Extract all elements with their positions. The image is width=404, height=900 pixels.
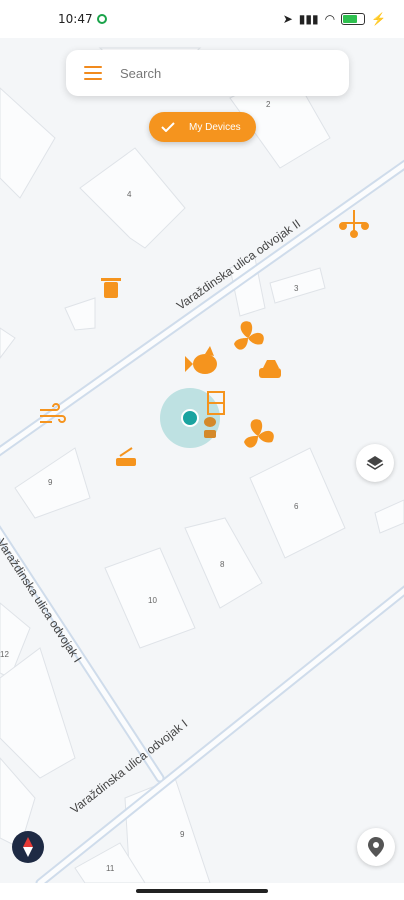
house-number: 6: [294, 502, 299, 511]
map-canvas[interactable]: [0, 38, 404, 883]
location-pin-button[interactable]: [357, 828, 395, 866]
building: [0, 87, 56, 199]
location-pin-icon: [368, 837, 384, 857]
map-view[interactable]: Varaždinska ulica odvojak II Varaždinska…: [0, 38, 404, 883]
building: [124, 777, 211, 883]
status-time: 10:47: [58, 12, 93, 26]
layers-button[interactable]: [356, 444, 394, 482]
house-number: 11: [106, 864, 115, 873]
search-input[interactable]: Search: [120, 66, 161, 81]
router-icon: [116, 447, 136, 466]
location-arrow-icon: ➤: [282, 12, 293, 26]
home-gesture-handle[interactable]: [136, 889, 268, 893]
house-number: 9: [48, 478, 53, 487]
menu-icon[interactable]: [84, 66, 102, 80]
signal-icon: ▮▮▮: [298, 12, 319, 26]
antenna-icon: [339, 210, 369, 238]
compass-icon: [23, 837, 33, 857]
check-icon: [161, 122, 175, 132]
status-icons: ➤ ▮▮▮ ◠ ⚡: [283, 12, 386, 26]
trash-icon: [101, 278, 121, 298]
navigation-bar: [0, 883, 404, 900]
building: [79, 147, 186, 249]
fish-icon: [185, 346, 217, 374]
house-number: 12: [0, 650, 9, 659]
house-number: 4: [127, 190, 132, 199]
search-bar[interactable]: Search: [66, 50, 349, 96]
house-number: 10: [148, 596, 157, 605]
house-number: 9: [180, 830, 185, 839]
house-number: 3: [294, 284, 299, 293]
battery-icon: [341, 13, 366, 25]
car-icon: [259, 360, 281, 378]
charging-icon: ⚡: [371, 12, 386, 26]
layers-icon: [366, 456, 384, 470]
fan-icon: [234, 321, 264, 350]
house-number: 8: [220, 560, 225, 569]
record-indicator-icon: [96, 14, 107, 24]
wifi-icon: ◠: [324, 12, 336, 26]
building: [64, 297, 96, 331]
building: [14, 447, 91, 519]
fan-icon: [244, 419, 274, 448]
house-number: 2: [266, 100, 271, 109]
my-devices-button[interactable]: My Devices: [149, 112, 256, 142]
building: [0, 327, 16, 359]
status-bar: 10:47 ➤ ▮▮▮ ◠ ⚡: [0, 0, 404, 38]
building: [374, 499, 404, 534]
my-devices-label: My Devices: [189, 121, 241, 133]
current-location-dot: [181, 409, 199, 427]
compass-button[interactable]: [12, 831, 44, 863]
